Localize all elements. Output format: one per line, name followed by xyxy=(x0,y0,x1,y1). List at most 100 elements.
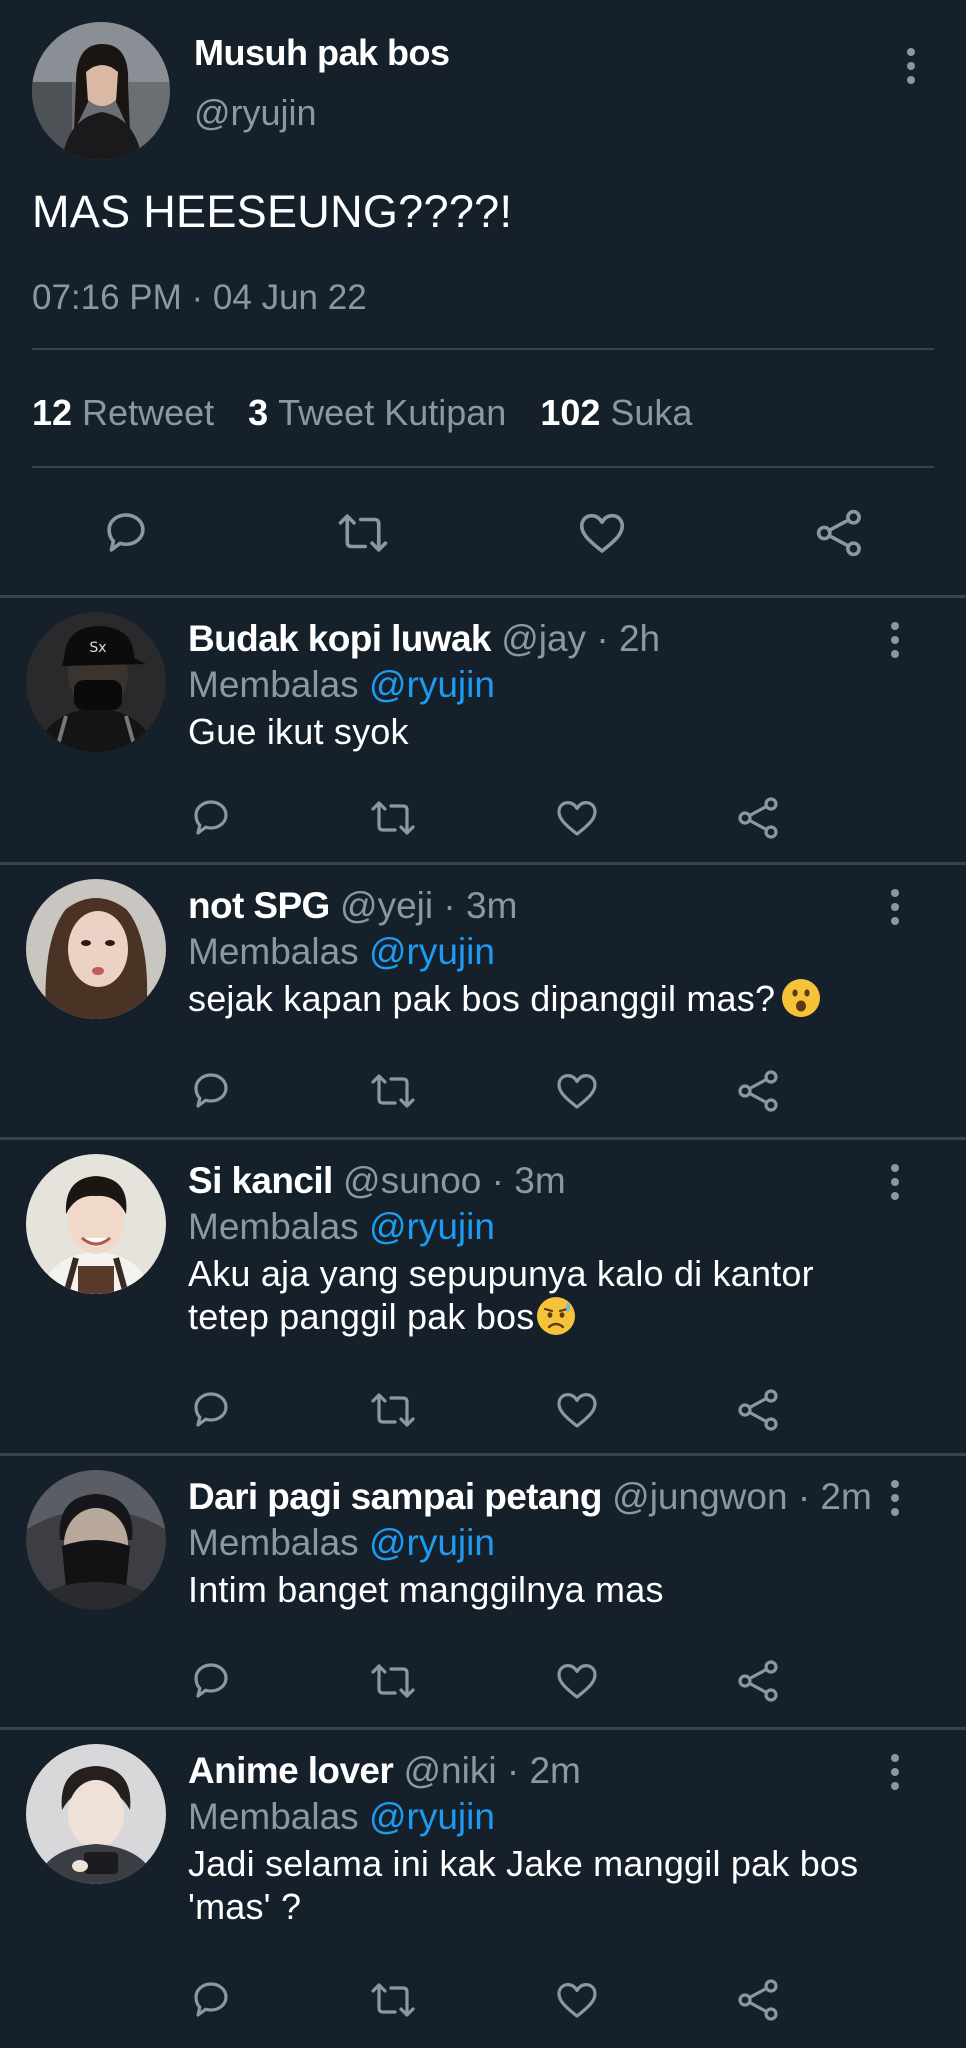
handle[interactable]: @ryujin xyxy=(194,92,317,134)
reply-text-line: 'mas' ? xyxy=(188,1886,302,1927)
main-tweet: Musuh pak bos @ryujin MAS HEESEUNG????! … xyxy=(0,0,966,598)
handle-time[interactable]: @yeji · 3m xyxy=(340,885,517,926)
retweet-icon[interactable] xyxy=(369,1386,417,1434)
quote-label: Tweet Kutipan xyxy=(278,392,507,433)
reply-tweet[interactable]: Dari pagi sampai petang @jungwon · 2m Me… xyxy=(0,1456,966,1730)
like-stat[interactable]: 102 Suka xyxy=(540,392,726,433)
reply-tweet[interactable]: Si kancil @sunoo · 3m Membalas @ryujin A… xyxy=(0,1140,966,1456)
mention-link[interactable]: @ryujin xyxy=(369,1522,495,1563)
more-icon[interactable] xyxy=(880,885,910,929)
retweet-icon[interactable] xyxy=(336,506,390,560)
retweet-icon[interactable] xyxy=(369,794,417,842)
reply-icon[interactable] xyxy=(187,1657,235,1705)
replying-to: Membalas @ryujin xyxy=(188,1520,495,1566)
reply-text: Intim banget manggilnya mas xyxy=(188,1569,664,1610)
retweet-label: Retweet xyxy=(82,392,215,433)
retweet-count: 12 xyxy=(32,392,73,433)
engagement-stats: 12 Retweet 3 Tweet Kutipan 102 Suka xyxy=(32,392,726,434)
replying-to: Membalas @ryujin xyxy=(188,1794,495,1840)
reply-text-line: Aku aja yang sepupunya kalo di kantor xyxy=(188,1253,814,1294)
reply-header: Dari pagi sampai petang @jungwon · 2m xyxy=(188,1474,872,1520)
replying-label: Membalas xyxy=(188,931,359,972)
reply-icon[interactable] xyxy=(187,1386,235,1434)
share-icon[interactable] xyxy=(735,1976,783,2024)
display-name[interactable]: Dari pagi sampai petang xyxy=(188,1476,602,1517)
reply-text-line: tetep panggil pak bos xyxy=(188,1295,908,1338)
svg-text:Sx: Sx xyxy=(89,640,106,656)
like-icon[interactable] xyxy=(553,1976,601,2024)
replying-to: Membalas @ryujin xyxy=(188,662,495,708)
like-icon[interactable] xyxy=(553,794,601,842)
handle-time[interactable]: @jungwon · 2m xyxy=(612,1476,872,1517)
share-icon[interactable] xyxy=(735,794,783,842)
avatar[interactable]: Sx xyxy=(26,612,166,752)
reply-text-line-content: tetep panggil pak bos xyxy=(188,1296,535,1337)
like-icon[interactable] xyxy=(553,1657,601,1705)
display-name[interactable]: Anime lover xyxy=(188,1750,394,1791)
reply-header: Si kancil @sunoo · 3m xyxy=(188,1158,566,1204)
like-icon[interactable] xyxy=(553,1067,601,1115)
mention-link[interactable]: @ryujin xyxy=(369,1206,495,1247)
reply-tweet[interactable]: Anime lover @niki · 2m Membalas @ryujin … xyxy=(0,1730,966,2048)
reply-tweet[interactable]: not SPG @yeji · 3m Membalas @ryujin seja… xyxy=(0,865,966,1140)
reply-icon[interactable] xyxy=(187,1067,235,1115)
quote-count: 3 xyxy=(248,392,269,433)
more-icon[interactable] xyxy=(880,1160,910,1204)
share-icon[interactable] xyxy=(735,1657,783,1705)
like-count: 102 xyxy=(540,392,601,433)
avatar[interactable] xyxy=(26,1154,166,1294)
like-label: Suka xyxy=(610,392,693,433)
replying-label: Membalas xyxy=(188,1206,359,1247)
tweet-text: MAS HEESEUNG????! xyxy=(32,186,513,237)
reply-header: Budak kopi luwak @jay · 2h xyxy=(188,616,660,662)
reply-tweet[interactable]: Sx Budak kopi luwak @jay · 2h Membalas @… xyxy=(0,598,966,865)
quote-stat[interactable]: 3 Tweet Kutipan xyxy=(248,392,540,433)
reply-header: not SPG @yeji · 3m xyxy=(188,883,517,929)
handle-time[interactable]: @jay · 2h xyxy=(501,618,660,659)
reply-icon[interactable] xyxy=(99,506,153,560)
display-name[interactable]: Si kancil xyxy=(188,1160,333,1201)
mention-link[interactable]: @ryujin xyxy=(369,931,495,972)
reply-text: sejak kapan pak bos dipanggil mas? xyxy=(188,977,908,1020)
reply-text-content: sejak kapan pak bos dipanggil mas? xyxy=(188,978,776,1019)
mention-link[interactable]: @ryujin xyxy=(369,664,495,705)
share-icon[interactable] xyxy=(735,1067,783,1115)
like-icon[interactable] xyxy=(575,506,629,560)
avatar[interactable] xyxy=(26,1470,166,1610)
sad-sweat-emoji xyxy=(536,1296,576,1336)
replying-to: Membalas @ryujin xyxy=(188,1204,495,1250)
reply-icon[interactable] xyxy=(187,1976,235,2024)
more-icon[interactable] xyxy=(880,1750,910,1794)
divider xyxy=(32,348,934,350)
reply-header: Anime lover @niki · 2m xyxy=(188,1748,581,1794)
share-icon[interactable] xyxy=(813,506,867,560)
replying-label: Membalas xyxy=(188,1796,359,1837)
display-name[interactable]: Musuh pak bos xyxy=(194,32,450,74)
more-icon[interactable] xyxy=(880,618,910,662)
display-name[interactable]: Budak kopi luwak xyxy=(188,618,492,659)
avatar[interactable] xyxy=(26,879,166,1019)
retweet-icon[interactable] xyxy=(369,1067,417,1115)
like-icon[interactable] xyxy=(553,1386,601,1434)
frowning-open-mouth-emoji xyxy=(781,978,821,1018)
retweet-stat[interactable]: 12 Retweet xyxy=(32,392,248,433)
reply-text: Jadi selama ini kak Jake manggil pak bos… xyxy=(188,1842,908,1928)
reply-icon[interactable] xyxy=(187,794,235,842)
retweet-icon[interactable] xyxy=(369,1657,417,1705)
share-icon[interactable] xyxy=(735,1386,783,1434)
mention-link[interactable]: @ryujin xyxy=(369,1796,495,1837)
more-icon[interactable] xyxy=(896,44,926,88)
replying-to: Membalas @ryujin xyxy=(188,929,495,975)
reply-text: Aku aja yang sepupunya kalo di kantor te… xyxy=(188,1252,908,1338)
handle-time[interactable]: @sunoo · 3m xyxy=(343,1160,566,1201)
retweet-icon[interactable] xyxy=(369,1976,417,2024)
avatar[interactable] xyxy=(32,22,170,160)
tweet-thread-page: Musuh pak bos @ryujin MAS HEESEUNG????! … xyxy=(0,0,966,2048)
display-name[interactable]: not SPG xyxy=(188,885,330,926)
more-icon[interactable] xyxy=(880,1476,910,1520)
tweet-timestamp[interactable]: 07:16 PM · 04 Jun 22 xyxy=(32,278,367,318)
avatar[interactable] xyxy=(26,1744,166,1884)
replying-label: Membalas xyxy=(188,1522,359,1563)
handle-time[interactable]: @niki · 2m xyxy=(403,1750,580,1791)
replying-label: Membalas xyxy=(188,664,359,705)
